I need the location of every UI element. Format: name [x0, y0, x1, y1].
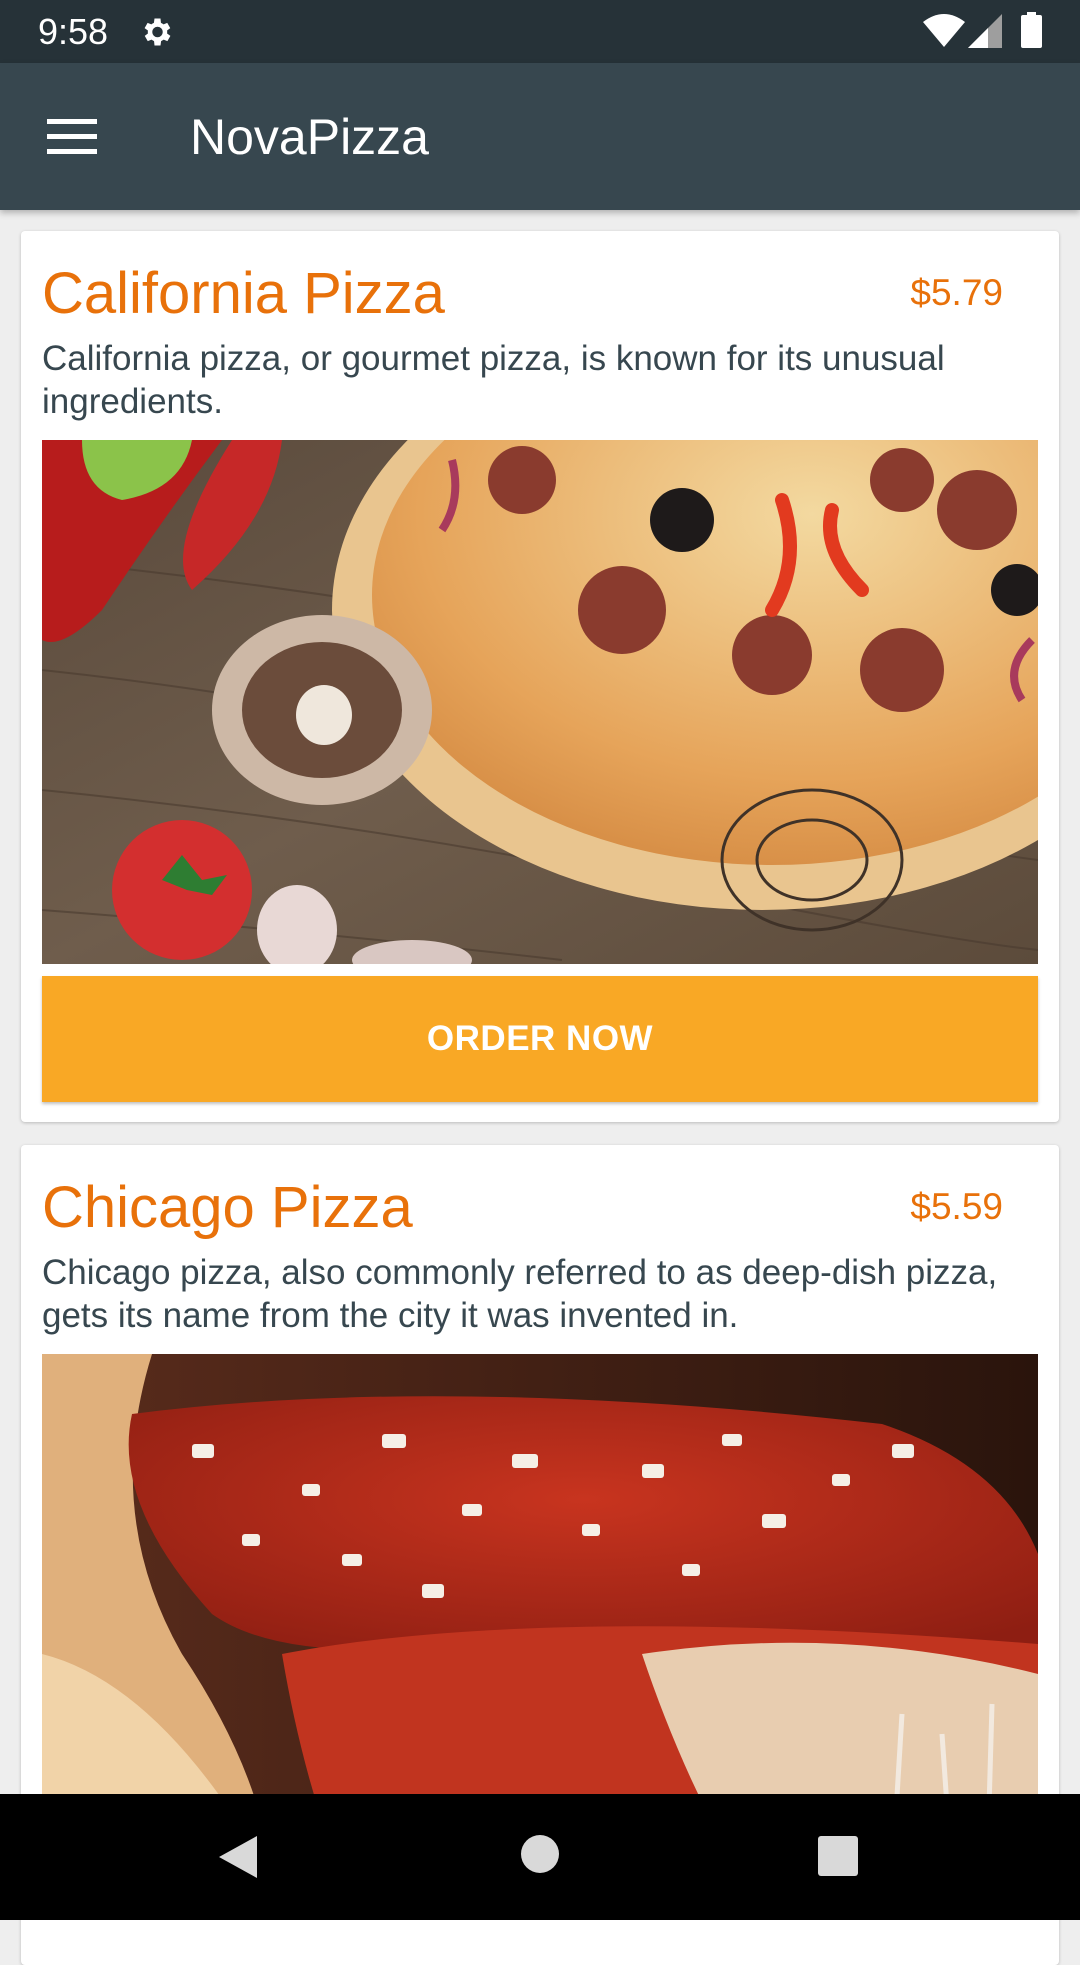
- order-now-button[interactable]: ORDER NOW: [42, 976, 1038, 1102]
- gear-icon: [144, 18, 171, 46]
- menu-button[interactable]: [35, 102, 110, 172]
- pizza-description: California pizza, or gourmet pizza, is k…: [42, 339, 945, 421]
- pizza-description: Chicago pizza, also commonly referred to…: [42, 1253, 998, 1335]
- wifi-icon: [923, 14, 965, 47]
- home-icon[interactable]: [520, 1834, 560, 1874]
- pizza-card-california: California Pizza $5.79 California pizza,…: [21, 231, 1059, 1122]
- status-time: 9:58: [38, 11, 109, 52]
- system-nav-bar: [0, 1794, 1080, 1920]
- pizza-price: $5.79: [910, 272, 1003, 313]
- back-icon[interactable]: [217, 1834, 259, 1880]
- battery-icon: [1021, 12, 1042, 48]
- hamburger-menu-icon: [47, 119, 97, 154]
- california-pizza-image: [42, 440, 1038, 964]
- app-title: NovaPizza: [190, 109, 429, 165]
- pizza-name: California Pizza: [42, 261, 445, 326]
- pizza-name: Chicago Pizza: [42, 1175, 413, 1240]
- status-bar: 9:58: [0, 0, 1080, 63]
- cell-signal-icon: [968, 14, 1002, 48]
- recents-icon[interactable]: [817, 1835, 859, 1877]
- pizza-price: $5.59: [910, 1186, 1003, 1227]
- app-bar: NovaPizza: [0, 63, 1080, 210]
